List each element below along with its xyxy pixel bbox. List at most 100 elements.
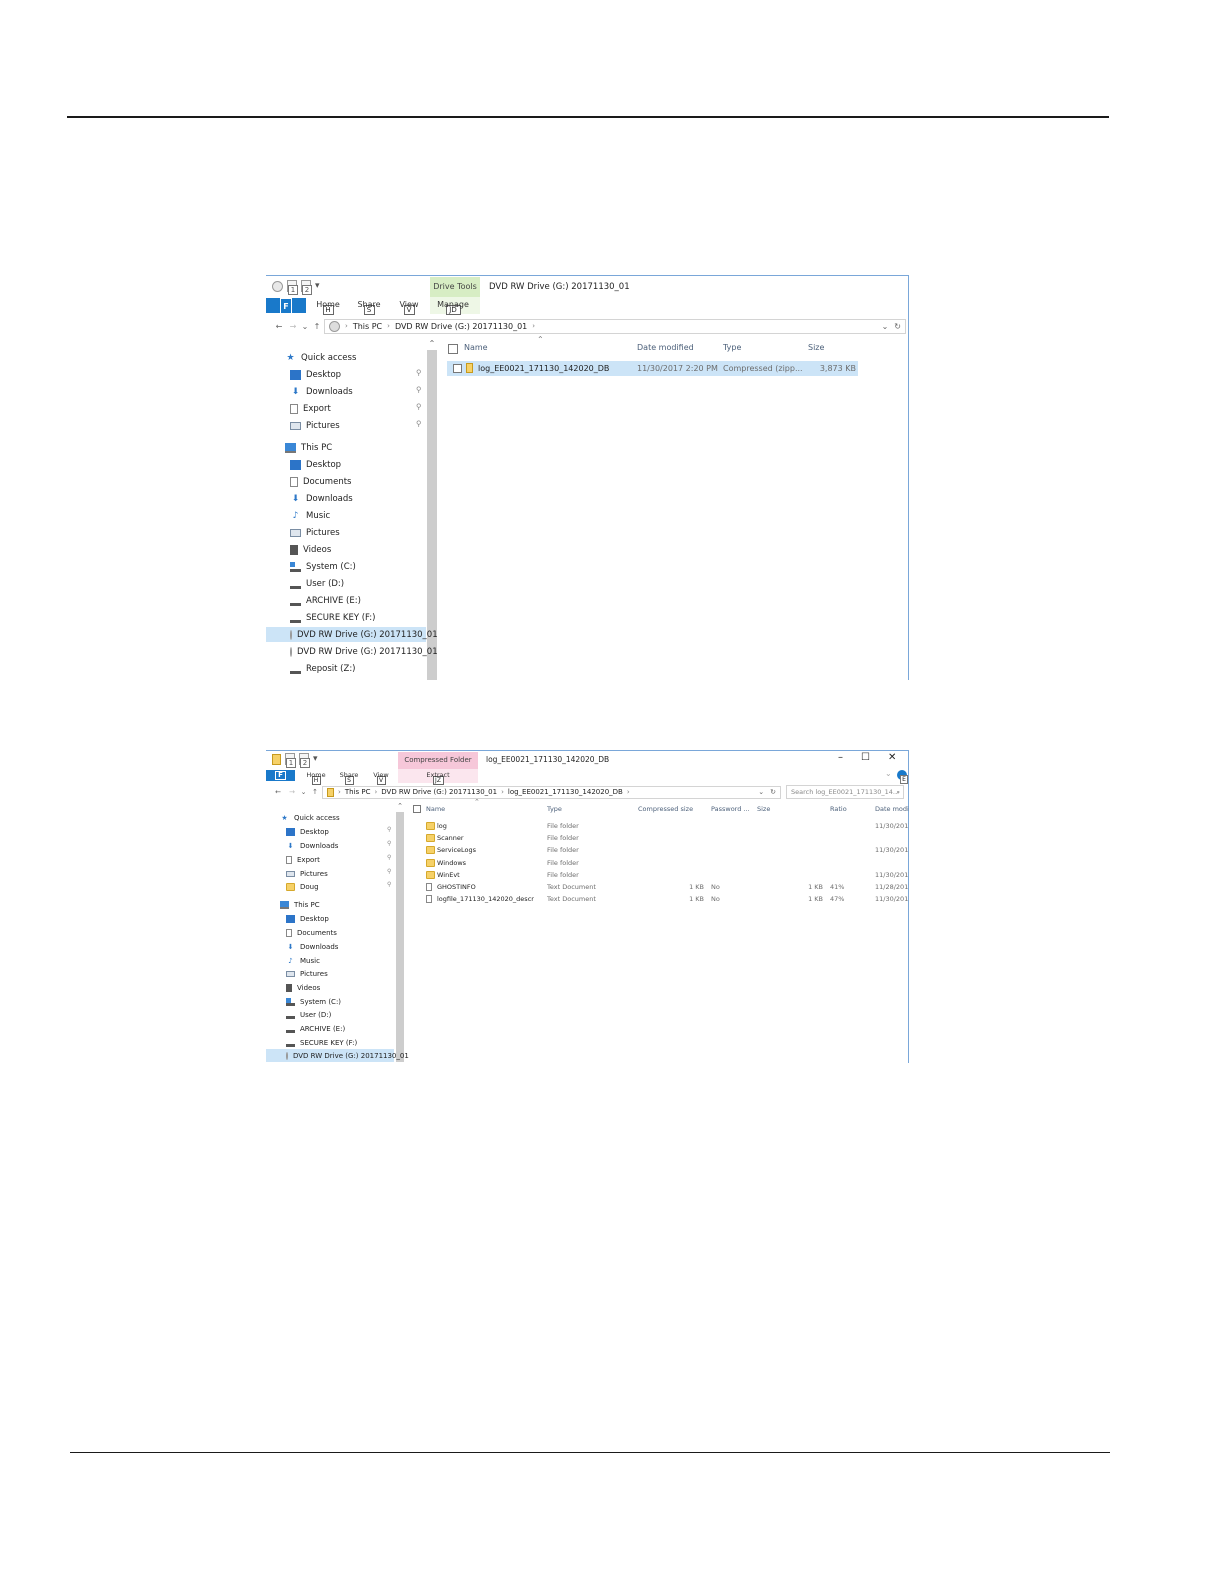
nav-item[interactable]: ⬇ Downloads [266, 940, 394, 953]
nav-item[interactable]: ⬇ Downloads [266, 839, 394, 852]
nav-item[interactable]: ♪ Music [266, 508, 426, 523]
pin-icon[interactable]: ⚲ [416, 385, 422, 394]
nav-item[interactable]: System (C:) [266, 559, 426, 574]
nav-scrollbar-thumb[interactable] [396, 812, 404, 1062]
list-item[interactable] [416, 821, 906, 832]
nav-item[interactable]: Documents [266, 926, 394, 939]
nav-item[interactable]: Export [266, 401, 426, 416]
nav-item[interactable]: Documents [266, 474, 426, 489]
nav-item[interactable]: ⬇ Downloads [266, 491, 426, 506]
pin-icon[interactable]: ⚲ [416, 419, 422, 428]
file-tab[interactable]: F [266, 298, 306, 315]
pin-icon[interactable]: ⚲ [416, 368, 422, 377]
nav-item[interactable]: DVD RW Drive (G:) 20171130_01 [266, 644, 438, 659]
tab-manage[interactable]: Manage JD [434, 300, 472, 315]
close-icon[interactable]: ✕ [888, 752, 896, 763]
back-icon[interactable]: ← [271, 788, 285, 796]
tab-home[interactable]: Home H [304, 771, 328, 785]
chevron-down-icon[interactable]: ⌄ [758, 788, 764, 796]
nav-item[interactable]: User (D:) [266, 1008, 394, 1021]
pin-icon[interactable]: ⚲ [387, 840, 391, 847]
nav-item[interactable]: Pictures [266, 418, 426, 433]
up-icon[interactable]: ↑ [308, 788, 322, 796]
nav-item[interactable]: Videos [266, 981, 394, 994]
new-folder-button[interactable]: 2 [299, 753, 310, 768]
nav-item[interactable]: SECURE KEY (F:) [266, 1036, 394, 1049]
column-header-name[interactable]: Name [464, 343, 488, 352]
nav-item[interactable]: ♪ Music [266, 954, 394, 967]
pin-icon[interactable]: ⚲ [387, 868, 391, 875]
tab-share[interactable]: Share S [355, 300, 383, 315]
tab-share[interactable]: Share S [337, 771, 361, 785]
list-item[interactable] [416, 858, 906, 869]
nav-item[interactable]: This PC [266, 440, 426, 455]
properties-button[interactable]: 1 [285, 753, 296, 768]
column-header-type[interactable]: Type [547, 805, 562, 813]
column-header-password[interactable]: Password ... [711, 805, 750, 813]
select-all-checkbox[interactable] [448, 344, 458, 354]
nav-item[interactable]: Pictures [266, 967, 394, 980]
nav-item[interactable]: Desktop [266, 825, 394, 838]
breadcrumb-this-pc[interactable]: This PC [353, 322, 382, 331]
column-header-size[interactable]: Size [808, 343, 824, 352]
breadcrumb-zip-folder[interactable]: log_EE0021_171130_142020_DB [508, 788, 623, 796]
pin-icon[interactable]: ⚲ [387, 826, 391, 833]
nav-item[interactable]: ★ Quick access [266, 350, 426, 365]
pin-icon[interactable]: ⚲ [416, 402, 422, 411]
forward-icon[interactable]: → [285, 788, 299, 796]
nav-item[interactable]: Export [266, 853, 394, 866]
address-bar[interactable]: › This PC › DVD RW Drive (G:) 20171130_0… [324, 318, 906, 334]
tab-extract[interactable]: Extract JZ [424, 771, 452, 785]
pin-icon[interactable]: ⚲ [387, 854, 391, 861]
file-tab[interactable]: F [266, 770, 295, 781]
list-item[interactable] [416, 833, 906, 844]
column-header-date-modified[interactable]: Date modified [637, 343, 694, 352]
scroll-up-icon[interactable]: ⌃ [394, 802, 406, 810]
select-all-checkbox[interactable] [413, 805, 421, 813]
address-bar[interactable]: › This PC › DVD RW Drive (G:) 20171130_0… [322, 785, 781, 799]
nav-item[interactable]: Desktop [266, 457, 426, 472]
column-header-size[interactable]: Size [757, 805, 770, 813]
column-header-ratio[interactable]: Ratio [830, 805, 847, 813]
chevron-down-icon[interactable]: ⌄ [882, 322, 889, 331]
nav-item[interactable]: Videos [266, 542, 426, 557]
nav-item[interactable]: Desktop [266, 912, 394, 925]
list-item[interactable] [416, 870, 906, 881]
column-header-compressed-size[interactable]: Compressed size [638, 805, 693, 813]
maximize-icon[interactable]: ☐ [861, 752, 870, 763]
recent-locations-icon[interactable]: ⌄ [300, 322, 310, 331]
nav-item[interactable]: ⬇ Downloads [266, 384, 426, 399]
nav-item[interactable]: DVD RW Drive (G:) 20171130_01 [266, 627, 438, 642]
nav-item[interactable]: Doug [266, 880, 394, 893]
pin-icon[interactable]: ⚲ [387, 881, 391, 888]
properties-button[interactable]: 1 [287, 280, 298, 295]
tab-view[interactable]: View V [370, 771, 392, 785]
refresh-icon[interactable]: ↻ [770, 788, 776, 796]
nav-item[interactable]: This PC [266, 898, 394, 911]
customize-qat-icon[interactable]: ▾ [313, 754, 318, 764]
customize-qat-icon[interactable]: ▾ [315, 281, 320, 291]
nav-item[interactable]: SECURE KEY (F:) [266, 610, 426, 625]
breadcrumb-dvd-drive[interactable]: DVD RW Drive (G:) 20171130_01 [381, 788, 497, 796]
new-folder-button[interactable]: 2 [301, 280, 312, 295]
up-icon[interactable]: ↑ [310, 322, 324, 331]
column-header-name[interactable]: Name [426, 805, 445, 813]
breadcrumb-dvd-drive[interactable]: DVD RW Drive (G:) 20171130_01 [395, 322, 527, 331]
forward-icon[interactable]: → [286, 322, 300, 331]
nav-item[interactable]: Reposit (Z:) [266, 661, 426, 676]
list-item[interactable] [416, 845, 906, 856]
nav-item[interactable]: ★ Quick access [266, 811, 394, 824]
nav-item[interactable]: Pictures [266, 525, 426, 540]
scroll-up-icon[interactable]: ⌃ [426, 339, 438, 348]
chevron-down-icon[interactable]: ⌄ [885, 769, 892, 778]
refresh-icon[interactable]: ↻ [894, 322, 901, 331]
row-checkbox[interactable] [453, 364, 462, 373]
nav-item[interactable]: ARCHIVE (E:) [266, 1022, 394, 1035]
back-icon[interactable]: ← [272, 322, 286, 331]
column-header-date-modified[interactable]: Date modi [875, 805, 909, 813]
nav-item[interactable]: Desktop [266, 367, 426, 382]
nav-item[interactable]: ARCHIVE (E:) [266, 593, 426, 608]
minimize-icon[interactable]: – [838, 752, 843, 763]
nav-item[interactable]: System (C:) [266, 995, 394, 1008]
nav-item[interactable]: DVD RW Drive (G:) 20171130_01 [266, 1049, 409, 1062]
